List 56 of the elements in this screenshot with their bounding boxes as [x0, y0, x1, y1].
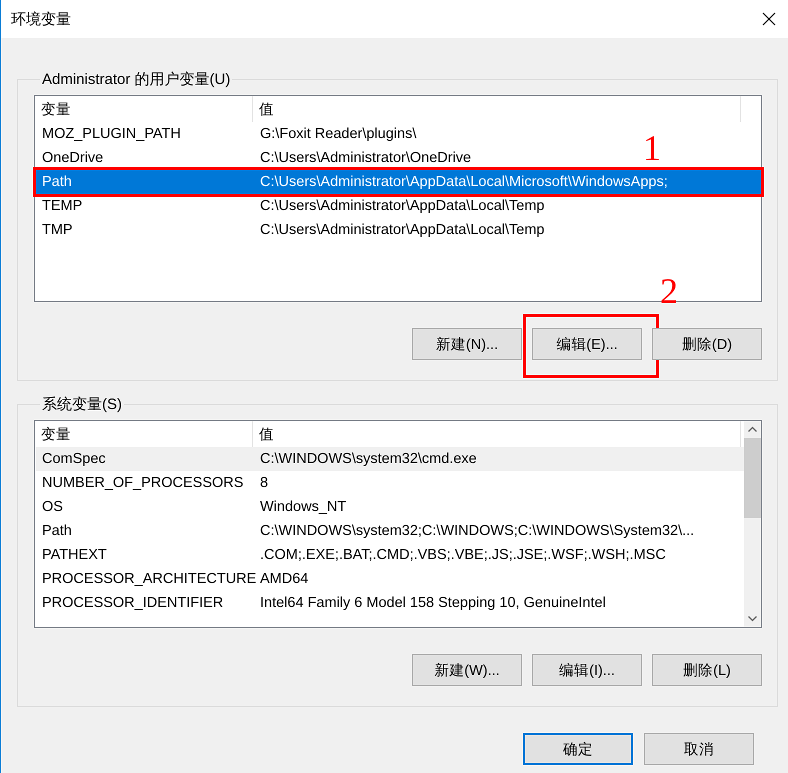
variable-row[interactable]: PATHEXT .COM;.EXE;.BAT;.CMD;.VBS;.VBE;.JS;.JSE;.WSF;.WSH;.MSC	[36, 543, 670, 567]
group-title: 系统变量(S)	[41, 395, 123, 414]
variable-value: G:\Foxit Reader\plugins\	[259, 126, 418, 142]
column-header[interactable]: 变量	[35, 96, 253, 122]
variable-row[interactable]: Path C:\Users\Administrator\AppData\Local\Microsoft\WindowsApps;	[36, 170, 761, 194]
variable-name: OneDrive	[41, 150, 104, 166]
variable-value: C:\Users\Administrator\OneDrive	[259, 150, 472, 166]
variable-row[interactable]: TMP C:\Users\Administrator\AppData\Local\Temp	[36, 218, 548, 242]
annotation-number: 2	[660, 273, 678, 309]
scrollbar[interactable]	[744, 421, 761, 627]
variable-name: PROCESSOR_ARCHITECTURE	[41, 571, 254, 587]
variable-value: C:\WINDOWS\system32\cmd.exe	[259, 451, 478, 467]
annotation-number: 1	[643, 130, 661, 166]
action-button[interactable]: 新建(N)...	[412, 328, 522, 360]
action-button[interactable]: 编辑(E)...	[532, 328, 642, 360]
close-icon[interactable]	[762, 12, 776, 26]
action-button[interactable]: 编辑(I)...	[532, 654, 642, 686]
variable-name: Path	[41, 174, 73, 190]
variable-value: C:\Users\Administrator\AppData\Local\Temp	[259, 198, 546, 214]
variable-name: PATHEXT	[41, 547, 108, 563]
variable-name: TMP	[41, 222, 74, 238]
dialog-button[interactable]: 取消	[644, 733, 754, 765]
scroll-thumb[interactable]	[744, 438, 761, 518]
group-title: Administrator 的用户变量(U)	[41, 70, 232, 89]
variable-value: 8	[259, 475, 270, 491]
variable-row[interactable]: TEMP C:\Users\Administrator\AppData\Local\Temp	[36, 194, 548, 218]
variable-row[interactable]: PROCESSOR_IDENTIFIER Intel64 Family 6 Model 158 Stepping 10, GenuineIntel	[36, 591, 610, 615]
dialog-button[interactable]: 确定	[523, 733, 633, 765]
variable-value: C:\WINDOWS\system32;C:\WINDOWS;C:\WINDOWS\System32\...	[259, 523, 696, 539]
variable-name: ComSpec	[41, 451, 107, 467]
window-title: 环境变量	[11, 10, 71, 28]
variable-value: Windows_NT	[259, 499, 348, 515]
variable-name: NUMBER_OF_PROCESSORS	[41, 475, 244, 491]
action-button[interactable]: 删除(L)	[652, 654, 762, 686]
variable-value: C:\Users\Administrator\AppData\Local\Temp	[259, 222, 546, 238]
variable-row[interactable]: ComSpec C:\WINDOWS\system32\cmd.exe	[36, 447, 744, 471]
variable-name: Path	[41, 523, 73, 539]
variable-list[interactable]	[34, 420, 762, 628]
variable-list[interactable]	[34, 95, 762, 302]
variable-row[interactable]: OS Windows_NT	[36, 495, 350, 519]
variable-value: C:\Users\Administrator\AppData\Local\Microsoft\WindowsApps;	[259, 174, 669, 190]
action-button[interactable]: 删除(D)	[652, 328, 762, 360]
variable-name: OS	[41, 499, 64, 515]
column-header[interactable]: 值	[253, 96, 741, 122]
variable-value: Intel64 Family 6 Model 158 Stepping 10, GenuineIntel	[259, 595, 607, 611]
variable-value: .COM;.EXE;.BAT;.CMD;.VBS;.VBE;.JS;.JSE;.WSF;.WSH;.MSC	[259, 547, 667, 563]
variable-name: MOZ_PLUGIN_PATH	[41, 126, 182, 142]
variable-name: TEMP	[41, 198, 84, 214]
variable-row[interactable]: MOZ_PLUGIN_PATH G:\Foxit Reader\plugins\	[36, 122, 420, 146]
variable-row[interactable]: NUMBER_OF_PROCESSORS 8	[36, 471, 272, 495]
variable-name: PROCESSOR_IDENTIFIER	[41, 595, 224, 611]
variable-value: AMD64	[259, 571, 310, 587]
variable-row[interactable]: PROCESSOR_ARCHITECTURE AMD64	[36, 567, 312, 591]
variable-row[interactable]: OneDrive C:\Users\Administrator\OneDrive	[36, 146, 476, 170]
variable-row[interactable]: Path C:\WINDOWS\system32;C:\WINDOWS;C:\WINDOWS\System32\...	[36, 519, 698, 543]
action-button[interactable]: 新建(W)...	[412, 654, 522, 686]
